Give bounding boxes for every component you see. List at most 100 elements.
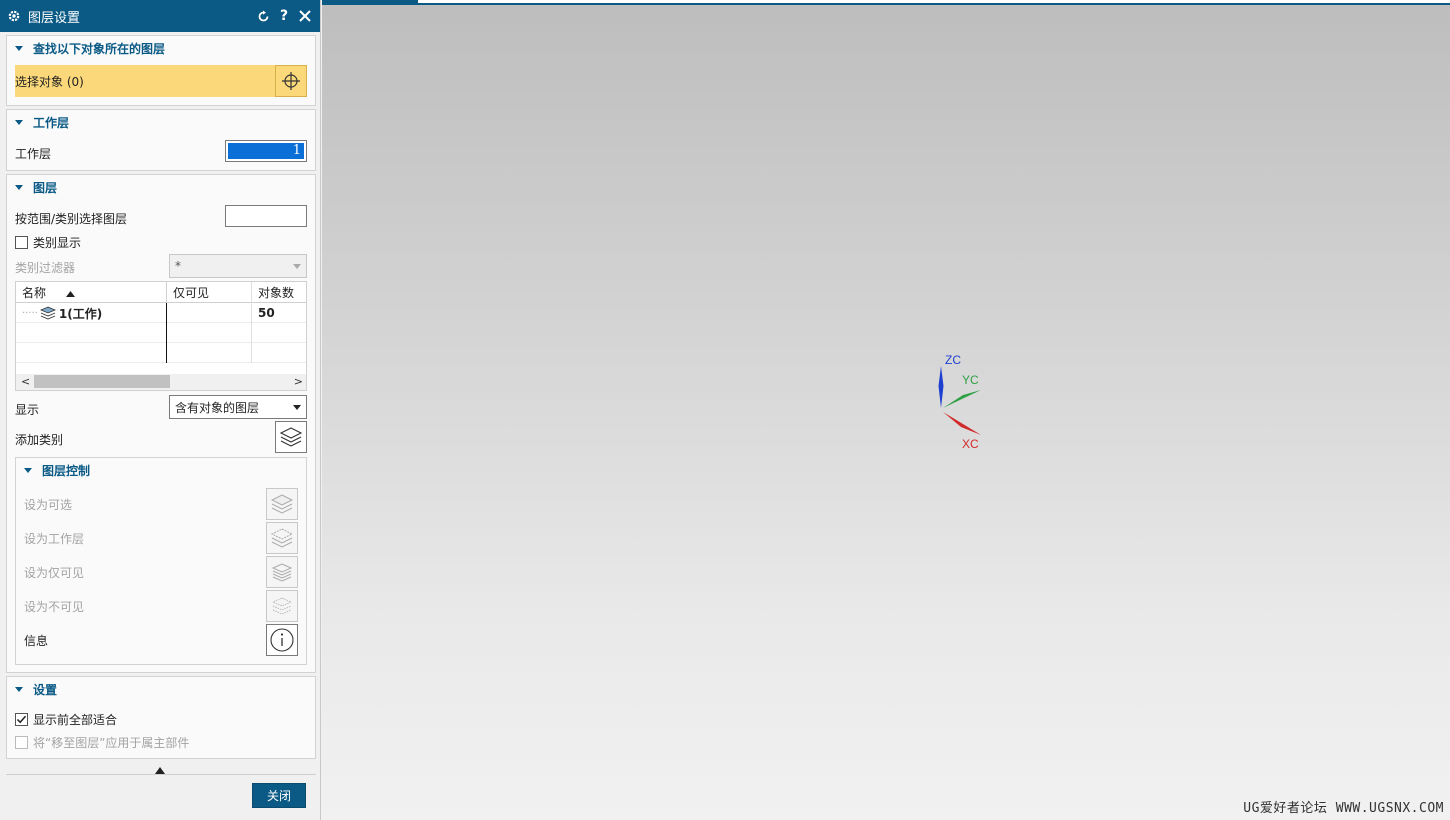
set-selectable-button[interactable] (266, 488, 298, 520)
display-label: 显示 (15, 403, 40, 417)
settings-group: 设置 显示前全部适合 将“移至图层”应用于属主部件 (6, 676, 316, 759)
column-header-visible-only[interactable]: 仅可见 (167, 282, 252, 303)
footer-divider (6, 774, 316, 775)
layer-name-cell: 1(工作) (58, 306, 103, 321)
work-layer-group: 工作层 工作层 1 (6, 109, 316, 171)
zc-label: ZC (945, 353, 961, 367)
work-layer-title: 工作层 (33, 115, 70, 130)
add-category-label: 添加类别 (15, 433, 64, 447)
fit-before-display-checkbox[interactable] (15, 713, 28, 726)
column-header-object-count[interactable]: 对象数 (252, 282, 306, 303)
layers-title: 图层 (33, 180, 58, 195)
zc-axis (938, 366, 944, 408)
crosshair-icon[interactable] (275, 65, 307, 97)
range-label: 按范围/类别选择图层 (15, 212, 128, 226)
set-work-layer-button[interactable] (266, 522, 298, 554)
settings-title: 设置 (33, 682, 58, 697)
find-layers-title: 查找以下对象所在的图层 (33, 41, 166, 56)
layers-header[interactable]: 图层 (7, 175, 315, 199)
category-filter-select[interactable]: * (169, 254, 307, 278)
set-visible-only-label: 设为仅可见 (24, 566, 85, 580)
category-display-checkbox[interactable] (15, 236, 28, 249)
layers-group: 图层 按范围/类别选择图层 类别显示 类别过滤器 * 名称 仅可见 对象数 ··… (6, 174, 316, 673)
select-object-field[interactable]: 选择对象 (0) (15, 65, 307, 97)
scroll-left-icon[interactable]: < (21, 375, 30, 388)
selectable-layer-icon (270, 493, 294, 515)
set-work-layer-label: 设为工作层 (24, 532, 85, 546)
collapse-caret-icon (15, 119, 23, 125)
display-value: 含有对象的图层 (175, 400, 260, 415)
xc-label: XC (962, 437, 979, 451)
dialog-title: 图层设置 (28, 10, 81, 26)
category-display-row[interactable]: 类别显示 (15, 234, 81, 251)
work-layer-icon (270, 527, 294, 549)
layers-table: 名称 仅可见 对象数 ····· 1(工作) 50 < > (15, 281, 307, 391)
collapse-caret-icon (15, 184, 23, 190)
yc-label: YC (962, 373, 979, 387)
table-header: 名称 仅可见 对象数 (16, 282, 306, 303)
close-button[interactable]: 关闭 (252, 783, 306, 808)
apply-move-to-owner-row[interactable]: 将“移至图层”应用于属主部件 (15, 734, 189, 751)
set-invisible-label: 设为不可见 (24, 600, 85, 614)
layer-control-group: 图层控制 设为可选 设为工作层 设为仅可见 设为不可见 信息 (15, 457, 307, 665)
dropdown-arrow-icon (293, 264, 301, 269)
info-label: 信息 (24, 634, 49, 648)
active-document-tab[interactable] (322, 0, 418, 5)
help-icon[interactable]: ? (275, 7, 293, 25)
scrollbar-thumb[interactable] (34, 375, 170, 388)
visible-only-cell (167, 303, 252, 323)
dialog-titlebar: 图层设置 ? (0, 0, 320, 32)
set-invisible-button[interactable] (266, 590, 298, 622)
layer-stack-icon (39, 306, 56, 320)
display-select[interactable]: 含有对象的图层 (169, 395, 307, 419)
add-category-button[interactable] (275, 421, 307, 453)
work-layer-input[interactable]: 1 (225, 140, 307, 162)
table-row-empty (16, 343, 306, 363)
layer-control-header[interactable]: 图层控制 (16, 458, 306, 482)
gear-icon (6, 8, 22, 24)
document-tab-strip (322, 0, 1450, 5)
column-header-name[interactable]: 名称 (16, 282, 167, 303)
layer-settings-dialog: 图层设置 ? 查找以下对象所在的图层 选择对象 (0) 工作层 工作层 1 图层… (0, 0, 321, 820)
work-layer-header[interactable]: 工作层 (7, 110, 315, 134)
work-layer-value: 1 (228, 143, 304, 159)
fit-before-display-label: 显示前全部适合 (33, 713, 118, 727)
invisible-layer-icon (270, 595, 294, 617)
settings-header[interactable]: 设置 (7, 677, 315, 701)
apply-move-to-owner-label: 将“移至图层”应用于属主部件 (33, 736, 190, 750)
set-visible-only-button[interactable] (266, 556, 298, 588)
watermark: UG爱好者论坛 WWW.UGSNX.COM (1243, 801, 1444, 816)
category-display-label: 类别显示 (33, 236, 82, 250)
collapse-caret-icon (15, 686, 23, 692)
work-layer-label: 工作层 (15, 147, 52, 161)
tab-underline (418, 3, 1450, 5)
category-filter-value: * (175, 259, 181, 273)
select-object-label: 选择对象 (0) (15, 74, 84, 89)
find-layers-header[interactable]: 查找以下对象所在的图层 (7, 36, 315, 60)
visible-layer-icon (270, 561, 294, 583)
checkmark-icon (16, 715, 27, 724)
layer-stack-icon (279, 426, 303, 448)
sort-ascending-icon (66, 286, 76, 300)
scroll-right-icon[interactable]: > (294, 375, 303, 388)
graphics-viewport[interactable]: ZC YC XC UG爱好者论坛 WWW.UGSNX.COM (322, 0, 1450, 820)
object-count-cell: 50 (258, 306, 275, 320)
info-button[interactable] (266, 624, 298, 656)
horizontal-scrollbar[interactable]: < > (16, 374, 306, 390)
find-layers-group: 查找以下对象所在的图层 选择对象 (0) (6, 35, 316, 106)
dropdown-arrow-icon (293, 405, 301, 410)
collapse-caret-icon (24, 467, 32, 473)
tree-connector: ····· (22, 307, 38, 319)
reset-icon[interactable] (254, 7, 272, 25)
yc-axis (943, 390, 981, 408)
table-row-empty (16, 323, 306, 343)
category-filter-label: 类别过滤器 (15, 261, 76, 275)
apply-move-to-owner-checkbox[interactable] (15, 736, 28, 749)
fit-before-display-row[interactable]: 显示前全部适合 (15, 711, 117, 728)
xc-axis (943, 412, 981, 435)
close-icon[interactable] (296, 7, 314, 25)
layer-control-title: 图层控制 (42, 463, 91, 478)
table-row[interactable]: ····· 1(工作) 50 (16, 303, 306, 323)
wcs-triad: ZC YC XC (928, 350, 1008, 455)
range-input[interactable] (225, 205, 307, 227)
